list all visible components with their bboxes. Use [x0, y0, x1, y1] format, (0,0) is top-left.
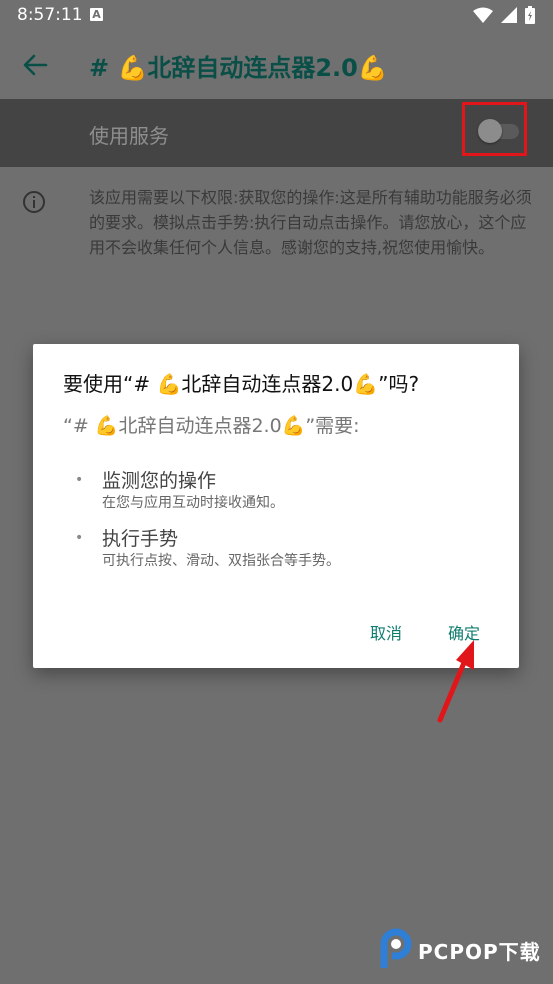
status-icons: [473, 6, 535, 24]
service-label: 使用服务: [89, 124, 169, 148]
dialog-title: 要使用“# 💪北辞自动连点器2.0💪”吗?: [63, 372, 420, 396]
permission-desc: 在您与应用互动时接收通知。: [102, 495, 284, 511]
bullet-icon: •: [75, 472, 84, 488]
annotation-arrow: [437, 640, 474, 723]
permission-description: 该应用需要以下权限:获取您的操作:这是所有辅助功能服务必须的要求。模拟点击手势:…: [89, 188, 532, 257]
signal-icon: [501, 7, 517, 23]
arrow-left-icon[interactable]: [22, 52, 48, 78]
pcpop-logo: [380, 928, 412, 968]
wifi-icon: [473, 7, 493, 23]
sim-badge: A: [90, 8, 103, 21]
cancel-button[interactable]: 取消: [370, 620, 402, 644]
bullet-icon: •: [75, 530, 84, 546]
service-toggle-thumb[interactable]: [478, 119, 502, 143]
info-icon: [23, 191, 45, 213]
dialog-subtitle: “# 💪北辞自动连点器2.0💪”需要:: [63, 415, 360, 437]
permission-dialog: 要使用“# 💪北辞自动连点器2.0💪”吗? “# 💪北辞自动连点器2.0💪”需要…: [33, 344, 519, 668]
battery-icon: [525, 6, 535, 24]
permission-title: 执行手势: [102, 528, 179, 550]
page-title: # 💪北辞自动连点器2.0💪: [89, 54, 388, 82]
status-bar: 8:57:11 A: [0, 0, 553, 30]
app-bar: # 💪北辞自动连点器2.0💪: [0, 30, 553, 99]
permission-title: 监测您的操作: [102, 470, 217, 492]
watermark-text: PCPOP下载: [418, 940, 541, 964]
permission-desc: 可执行点按、滑动、双指张合等手势。: [102, 553, 340, 569]
status-time: 8:57:11: [17, 5, 83, 25]
